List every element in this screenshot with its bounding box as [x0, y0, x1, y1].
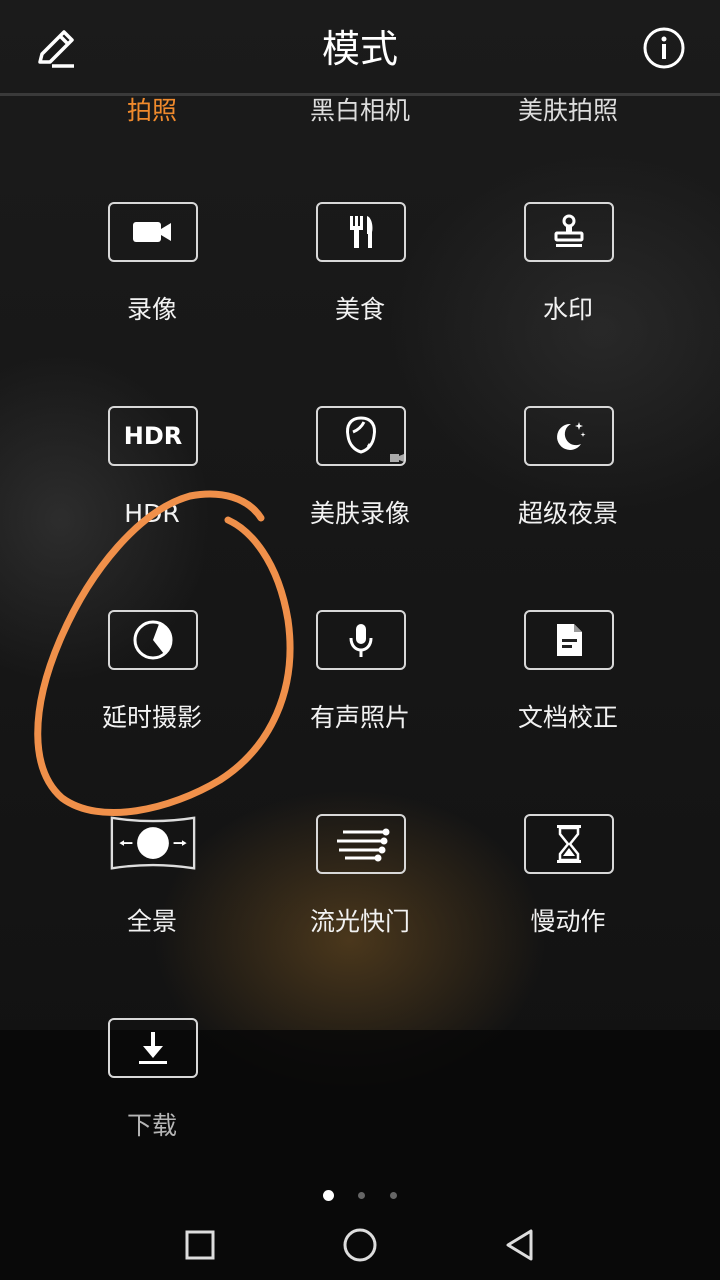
mode-icon-box: [524, 814, 614, 874]
timelapse-icon: [133, 620, 173, 660]
mode-icon-box: [316, 814, 406, 874]
hourglass-icon: [557, 825, 581, 863]
mode-label: 水印: [542, 295, 593, 324]
page-title: 模式: [321, 27, 398, 71]
mode-label: HDR: [124, 499, 180, 528]
mode-photo[interactable]: 拍照: [32, 90, 272, 132]
page-indicator: [320, 1190, 400, 1202]
page-dot: [358, 1192, 365, 1199]
panorama-icon: [110, 816, 196, 870]
mode-label: 流光快门: [309, 907, 410, 936]
mode-icon-box: [524, 202, 614, 262]
mode-label: 有声照片: [309, 703, 410, 732]
mode-icon-box: [524, 610, 614, 670]
mode-label: 录像: [126, 295, 177, 324]
mode-icon-box: [108, 814, 198, 874]
mode-icon-box: [316, 610, 406, 670]
mode-label: 慢动作: [530, 907, 606, 936]
download-icon: [139, 1032, 167, 1064]
mode-label: 延时摄影: [101, 703, 202, 732]
mode-icon-box: [108, 610, 198, 670]
mode-monochrome[interactable]: 黑白相机: [240, 90, 480, 132]
info-icon: [643, 27, 685, 69]
document-icon: [557, 624, 582, 656]
recents-button[interactable]: [176, 1221, 224, 1269]
header: 模式: [0, 0, 720, 96]
beauty-video-icon: [346, 416, 404, 462]
info-button[interactable]: [638, 22, 690, 74]
moon-stars-icon: [557, 422, 586, 450]
mode-label: 超级夜景: [517, 499, 618, 528]
mode-icon-box: [316, 202, 406, 262]
navigation-bar: [0, 1205, 720, 1280]
back-button[interactable]: [496, 1221, 544, 1269]
home-button[interactable]: [336, 1221, 384, 1269]
mode-icon-box: [108, 1018, 198, 1078]
microphone-icon: [349, 624, 373, 657]
mode-label: 美肤录像: [309, 499, 410, 528]
page-dot-active: [323, 1190, 334, 1201]
circle-home-icon: [343, 1228, 377, 1262]
mode-beauty-photo[interactable]: 美肤拍照: [448, 90, 688, 132]
mode-label: 全景: [126, 907, 177, 936]
mode-label: 下载: [126, 1111, 177, 1140]
page-dot: [390, 1192, 397, 1199]
square-recents-icon: [185, 1230, 215, 1260]
triangle-back-icon: [506, 1229, 533, 1261]
video-camera-icon: [133, 222, 171, 242]
mode-icon-box: [108, 202, 198, 262]
hdr-icon: HDR: [123, 422, 183, 450]
mode-icon-box: HDR: [108, 406, 198, 466]
fork-knife-icon: [350, 216, 373, 248]
mode-label: 文档校正: [517, 703, 618, 732]
light-trail-icon: [337, 828, 390, 862]
stamp-icon: [554, 214, 584, 247]
mode-icon-box: [524, 406, 614, 466]
mode-icon-box: [316, 406, 406, 466]
mode-label: 美食: [334, 295, 385, 324]
